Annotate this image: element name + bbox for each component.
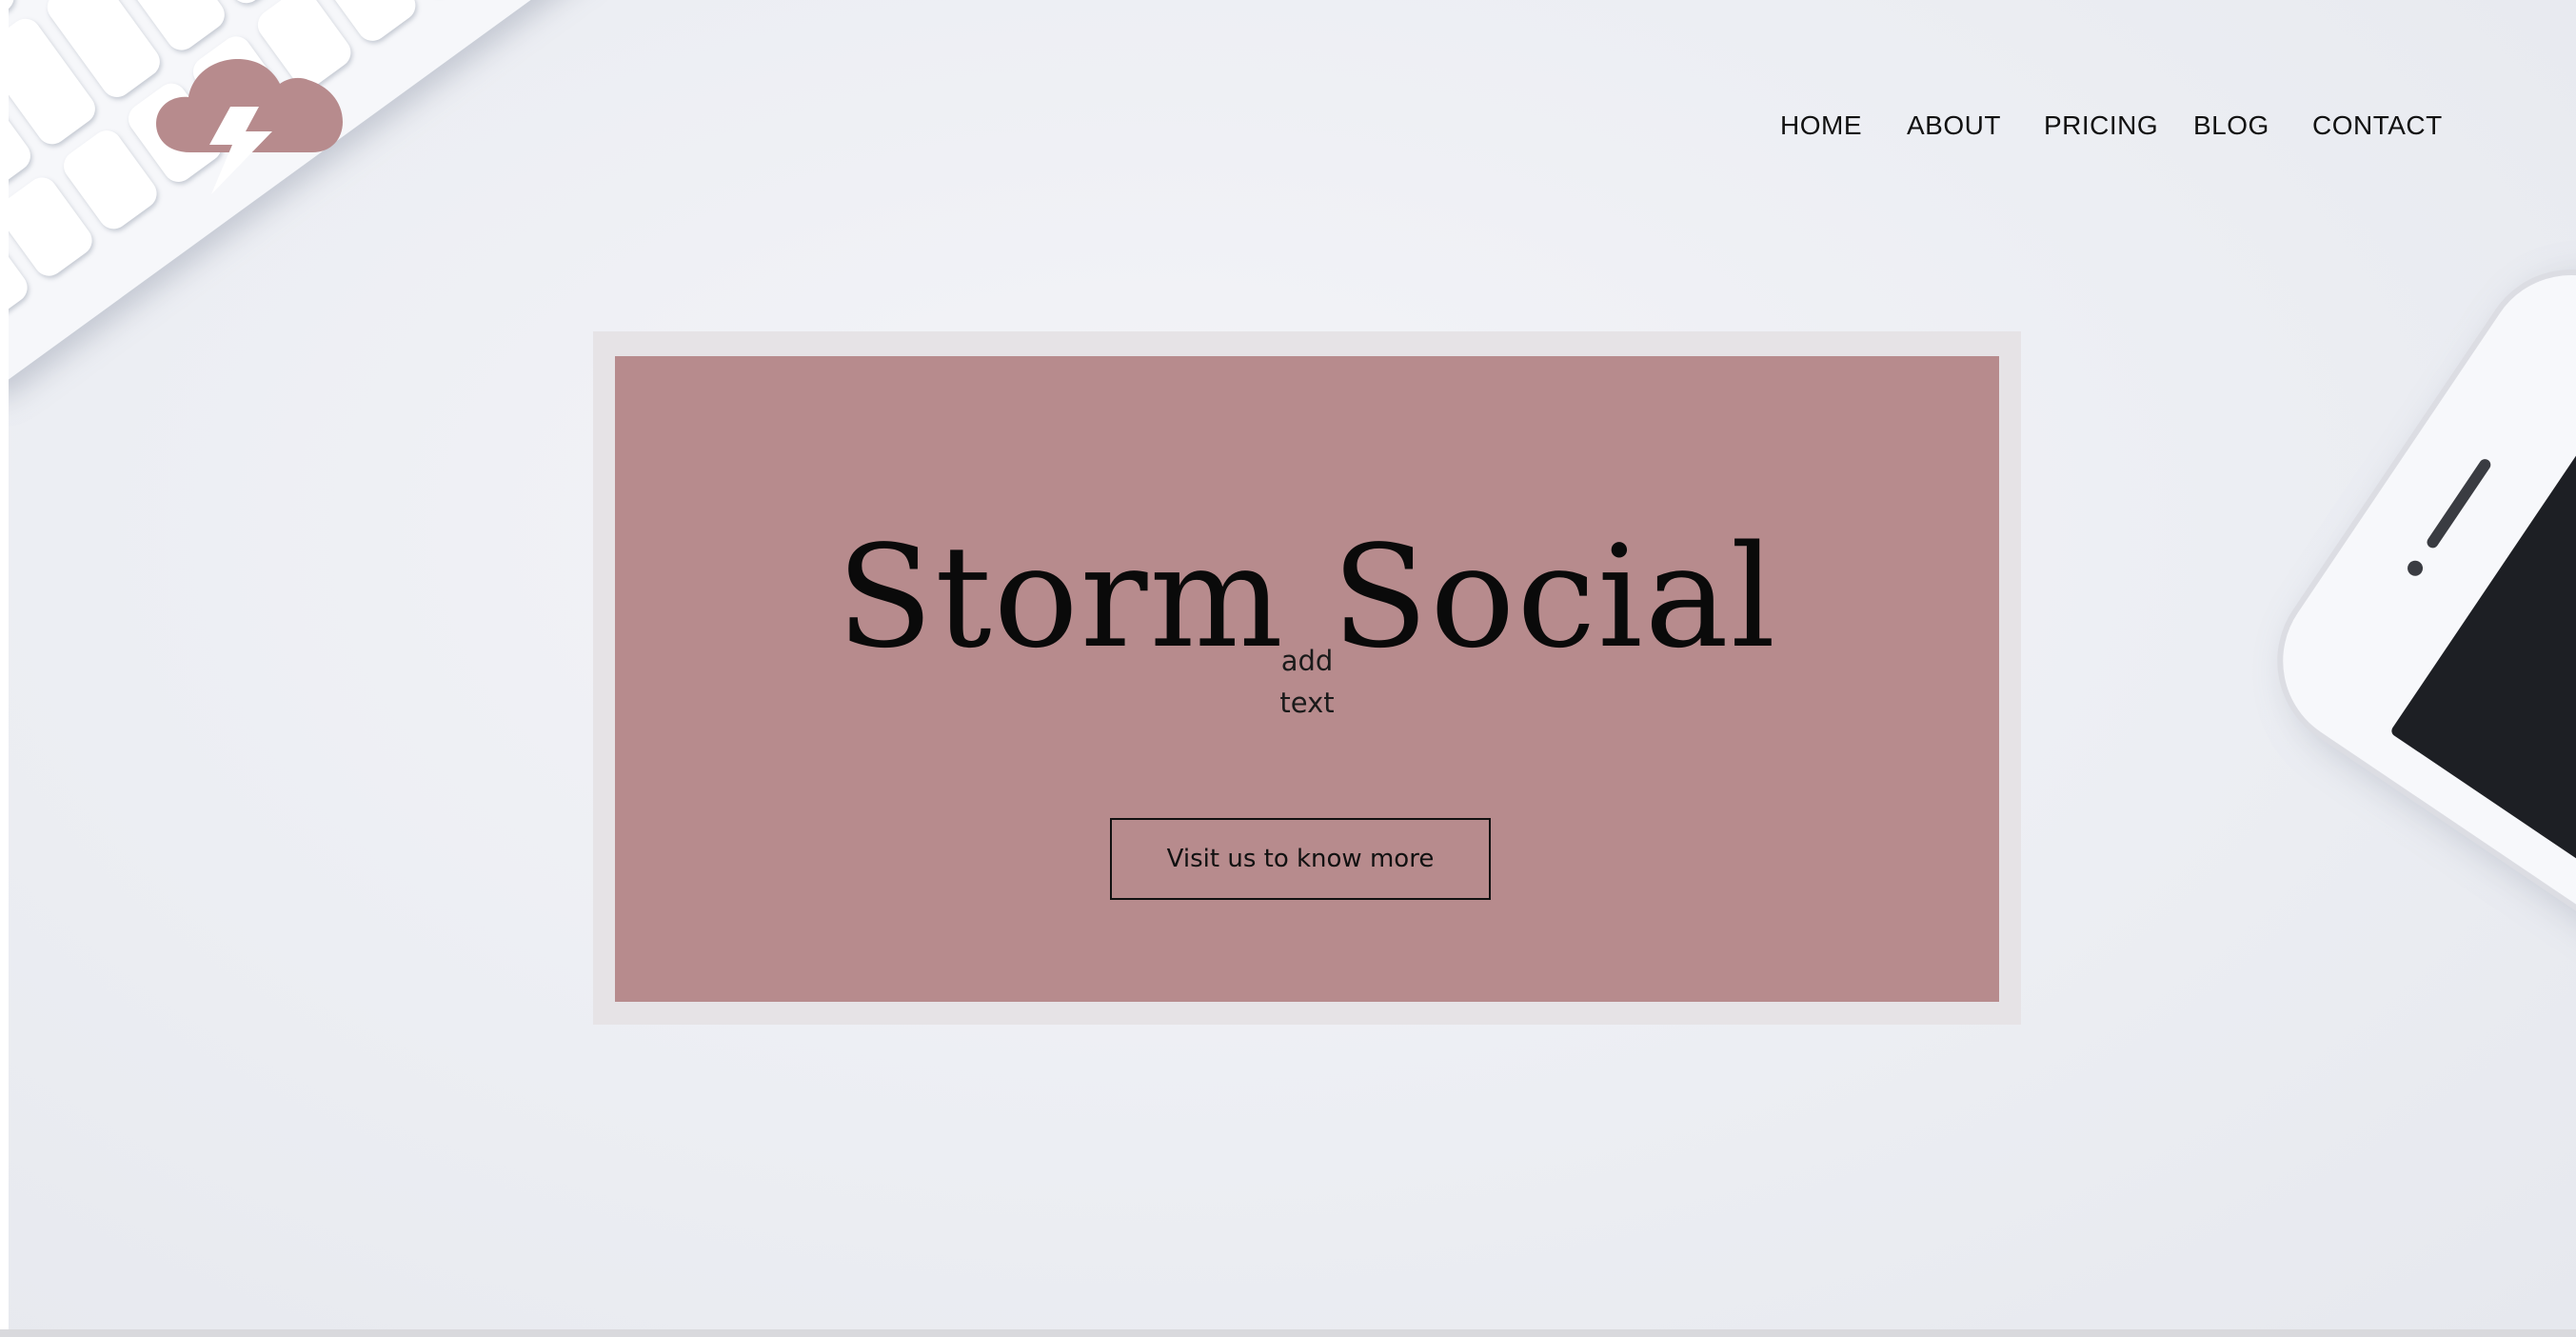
nav-pricing[interactable]: PRICING xyxy=(2044,110,2158,141)
phone-camera xyxy=(2404,557,2427,579)
nav-blog[interactable]: BLOG xyxy=(2193,110,2269,141)
hero-card: Storm Social add text Visit us to know m… xyxy=(615,356,1999,1002)
bottom-edge xyxy=(0,1329,2576,1337)
storm-cloud-lightning-icon[interactable] xyxy=(152,46,352,198)
main-nav: HOME ABOUT PRICING BLOG CONTACT xyxy=(1714,110,2442,149)
phone-speaker xyxy=(2425,456,2493,550)
hero-text: add text xyxy=(615,640,1999,724)
nav-home[interactable]: HOME xyxy=(1780,110,1862,141)
hero-text-line-2: text xyxy=(1279,687,1335,719)
hero-text-line-1: add xyxy=(1280,645,1334,677)
nav-contact[interactable]: CONTACT xyxy=(2312,110,2443,141)
visit-us-button[interactable]: Visit us to know more xyxy=(1110,818,1491,900)
left-edge xyxy=(0,0,9,1337)
nav-about[interactable]: ABOUT xyxy=(1907,110,2001,141)
